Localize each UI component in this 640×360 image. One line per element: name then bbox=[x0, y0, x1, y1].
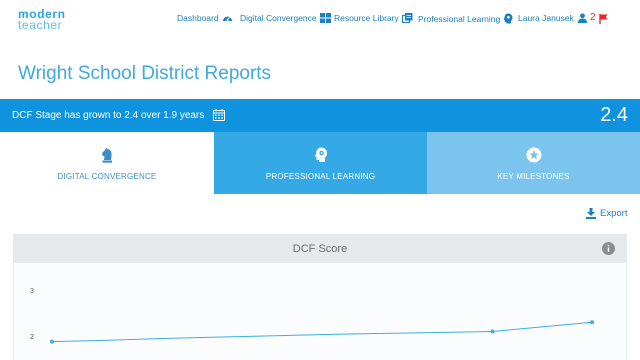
report-tabs: DIGITAL CONVERGENCE PROFESSIONAL LEARNIN… bbox=[0, 132, 640, 194]
export-button[interactable]: Export bbox=[586, 208, 627, 219]
nav-dashboard-label: Dashboard bbox=[177, 13, 219, 23]
dcf-stage-value: 2.4 bbox=[600, 104, 628, 126]
page-title: Wright School District Reports bbox=[18, 63, 272, 84]
download-icon bbox=[586, 208, 596, 219]
user-icon bbox=[577, 13, 587, 23]
dcf-score-line bbox=[51, 321, 593, 343]
nav-professional-learning[interactable]: Professional Learning bbox=[418, 13, 513, 24]
nav-dashboard[interactable]: Dashboard bbox=[177, 13, 233, 23]
stage-summary-text: DCF Stage has grown to 2.4 over 1.9 year… bbox=[12, 110, 205, 121]
nav-professional-learning-label: Professional Learning bbox=[418, 13, 501, 24]
head-gear-icon bbox=[503, 13, 513, 24]
export-label: Export bbox=[600, 208, 628, 219]
star-badge-icon bbox=[526, 147, 541, 163]
chart-header: DCF Score bbox=[14, 235, 626, 263]
calendar-icon[interactable] bbox=[213, 109, 225, 121]
tab-key-milestones-label: KEY MILESTONES bbox=[497, 172, 570, 181]
brand-logo[interactable]: modern teacher bbox=[18, 8, 66, 32]
knight-icon bbox=[102, 147, 112, 163]
chart-title: DCF Score bbox=[292, 243, 348, 255]
top-nav: modern teacher Dashboard Digital Converg… bbox=[0, 0, 640, 44]
data-point[interactable] bbox=[490, 329, 495, 334]
nav-digital-convergence-label: Digital Convergence bbox=[240, 13, 317, 23]
tab-digital-convergence[interactable]: DIGITAL CONVERGENCE bbox=[0, 132, 214, 194]
stage-banner: DCF Stage has grown to 2.4 over 1.9 year… bbox=[0, 99, 640, 132]
dashboard-gauge-icon bbox=[222, 16, 232, 21]
notification-count[interactable]: 2 bbox=[590, 12, 596, 23]
y-tick-label: 3 bbox=[30, 288, 34, 295]
nav-resource-library-label: Resource Library bbox=[334, 13, 399, 23]
nav-digital-convergence[interactable]: Digital Convergence bbox=[240, 13, 331, 23]
tab-professional-learning-label: PROFESSIONAL LEARNING bbox=[265, 172, 376, 181]
page: modern teacher Dashboard Digital Converg… bbox=[0, 0, 640, 360]
dcf-score-line-chart: 32 bbox=[30, 288, 594, 344]
data-point[interactable] bbox=[50, 339, 54, 344]
y-tick-label: 2 bbox=[30, 334, 34, 341]
brand-line-2: teacher bbox=[18, 18, 63, 32]
user-name: Laura Janusek bbox=[518, 13, 574, 23]
user-menu[interactable]: Laura Janusek bbox=[518, 13, 587, 23]
tab-professional-learning[interactable]: PROFESSIONAL LEARNING bbox=[214, 132, 427, 194]
grid-icon bbox=[319, 13, 331, 23]
nav-resource-library[interactable]: Resource Library bbox=[334, 13, 413, 23]
dcf-score-chart-panel: DCF Score 32 bbox=[13, 234, 627, 360]
tab-digital-convergence-label: DIGITAL CONVERGENCE bbox=[57, 172, 157, 181]
data-point[interactable] bbox=[590, 320, 594, 325]
head-gear-icon bbox=[314, 147, 327, 162]
tab-key-milestones[interactable]: KEY MILESTONES bbox=[427, 132, 640, 194]
info-icon[interactable] bbox=[602, 242, 615, 255]
flag-icon[interactable] bbox=[599, 14, 608, 24]
library-icon bbox=[401, 13, 413, 23]
